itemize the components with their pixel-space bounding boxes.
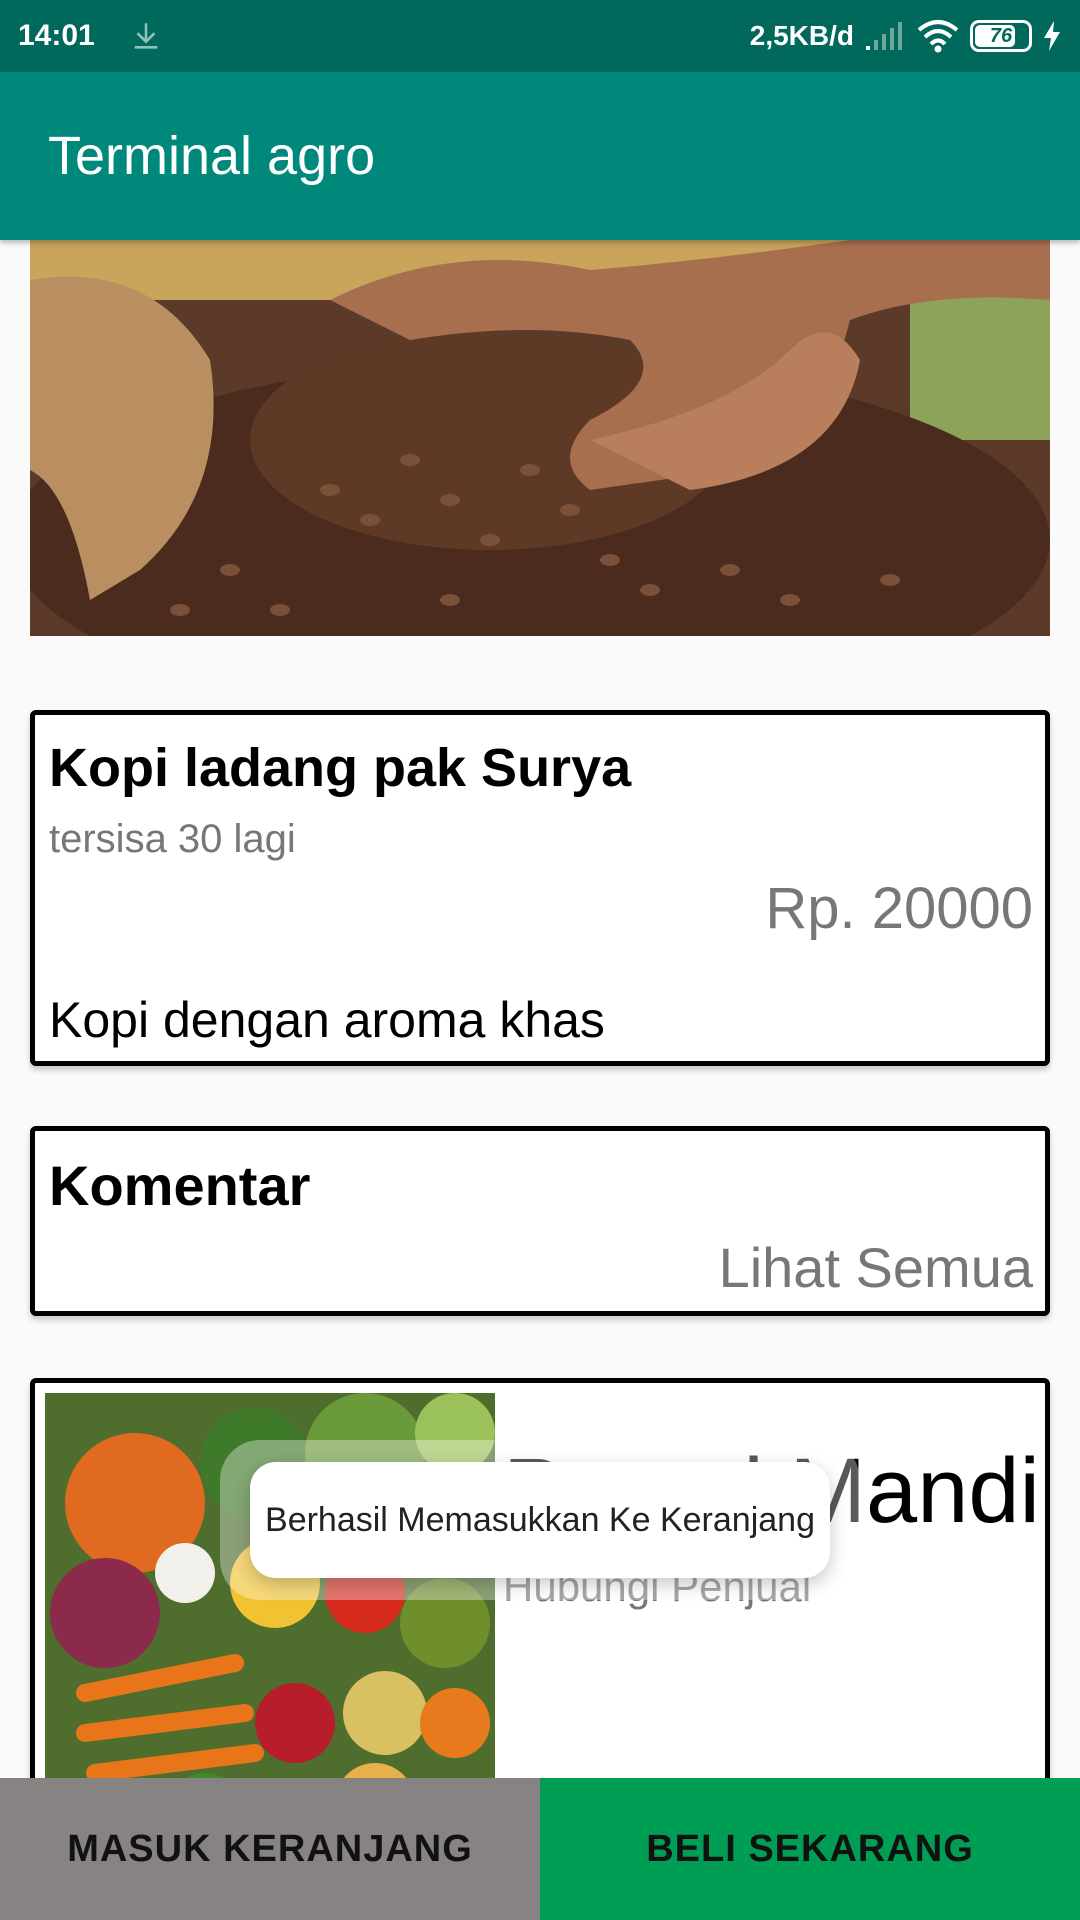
status-icons: 2,5KB/d 76 <box>750 19 1062 53</box>
product-image <box>30 240 1050 636</box>
signal-icon <box>866 22 902 50</box>
toast-message: Berhasil Memasukkan Ke Keranjang <box>250 1462 830 1578</box>
comments-card: Komentar Lihat Semua <box>30 1126 1050 1316</box>
buy-now-button[interactable]: BELI SEKARANG <box>540 1778 1080 1920</box>
status-time: 14:01 <box>18 19 95 52</box>
toast-text: Berhasil Memasukkan Ke Keranjang <box>265 1500 815 1539</box>
product-name: Kopi ladang pak Surya <box>49 738 632 798</box>
charging-icon <box>1044 21 1060 51</box>
status-bar: 14:01 2,5KB/d 76 <box>0 0 1080 72</box>
product-price: Rp. 20000 <box>765 876 1033 941</box>
comments-title: Komentar <box>49 1154 311 1217</box>
see-all-comments-link[interactable]: Lihat Semua <box>719 1235 1033 1300</box>
add-to-cart-button[interactable]: MASUK KERANJANG <box>0 1778 540 1920</box>
product-info-card: Kopi ladang pak Surya tersisa 30 lagi Rp… <box>30 710 1050 1066</box>
battery-level: 76 <box>989 24 1013 47</box>
product-description: Kopi dengan aroma khas <box>49 992 605 1048</box>
app-title: Terminal agro <box>48 126 376 186</box>
network-speed: 2,5KB/d <box>749 20 854 51</box>
battery-icon: 76 <box>970 20 1032 52</box>
app-bar: Terminal agro <box>0 72 1080 240</box>
wifi-icon <box>917 20 959 53</box>
product-stock: tersisa 30 lagi <box>49 817 296 861</box>
bottom-action-bar: MASUK KERANJANG BELI SEKARANG <box>0 1778 1080 1920</box>
product-detail-content[interactable]: Kopi ladang pak Surya tersisa 30 lagi Rp… <box>0 240 1080 1778</box>
download-icon <box>134 23 158 49</box>
